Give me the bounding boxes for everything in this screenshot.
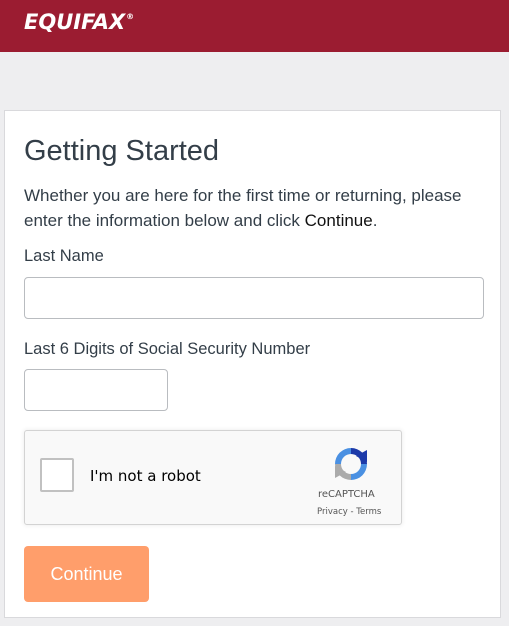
- recaptcha-checkbox-label: I'm not a robot: [90, 467, 201, 485]
- getting-started-card: Getting Started Whether you are here for…: [4, 110, 501, 618]
- intro-continue-emphasis: Continue: [304, 211, 373, 230]
- recaptcha-widget: I'm not a robot reCAPTCHA Privacy - Term…: [24, 430, 402, 525]
- logo-text: EQUIFAX: [24, 10, 126, 34]
- recaptcha-logo-icon: [335, 448, 367, 480]
- continue-button[interactable]: Continue: [24, 546, 149, 602]
- last-name-input[interactable]: [24, 277, 484, 319]
- recaptcha-brand: reCAPTCHA: [318, 489, 375, 500]
- intro-period: .: [372, 211, 378, 230]
- recaptcha-checkbox[interactable]: [40, 458, 74, 492]
- registered-mark: ®: [126, 12, 135, 21]
- recaptcha-terms-link[interactable]: Terms: [356, 507, 381, 517]
- ssn-last6-input[interactable]: [24, 369, 168, 411]
- recaptcha-link-separator: -: [347, 507, 357, 517]
- recaptcha-privacy-link[interactable]: Privacy: [317, 507, 348, 517]
- equifax-logo[interactable]: EQUIFAX®: [24, 10, 134, 34]
- intro-text: Whether you are here for the first time …: [24, 183, 494, 233]
- intro-body: Whether you are here for the first time …: [24, 186, 462, 230]
- page-title: Getting Started: [24, 135, 220, 167]
- ssn-label: Last 6 Digits of Social Security Number: [24, 340, 311, 358]
- last-name-label: Last Name: [24, 247, 104, 265]
- recaptcha-links: Privacy - Terms: [317, 507, 381, 517]
- site-header: EQUIFAX®: [0, 0, 509, 52]
